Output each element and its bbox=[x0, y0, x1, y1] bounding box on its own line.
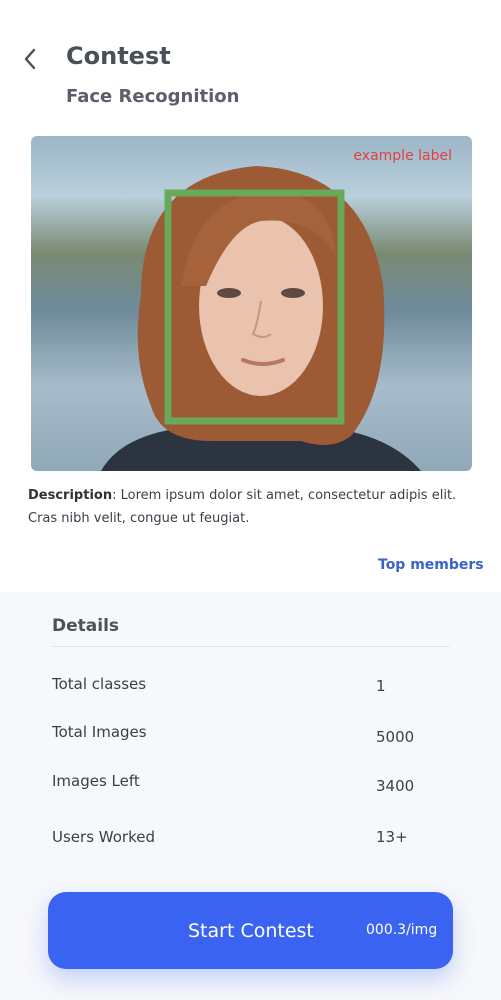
detail-value-total-classes: 1 bbox=[376, 677, 386, 695]
detail-label-images-left: Images Left bbox=[52, 772, 140, 790]
page-title: Contest bbox=[66, 42, 171, 70]
top-members-link[interactable]: Top members bbox=[378, 557, 484, 573]
details-divider bbox=[52, 646, 450, 647]
detail-value-users-worked: 13+ bbox=[376, 828, 408, 846]
back-button[interactable] bbox=[14, 42, 46, 76]
portrait-illustration bbox=[101, 166, 421, 471]
page-subtitle: Face Recognition bbox=[66, 86, 240, 107]
detail-label-users-worked: Users Worked bbox=[52, 828, 155, 846]
detail-value-total-images: 5000 bbox=[376, 728, 415, 746]
details-heading: Details bbox=[52, 616, 120, 636]
contest-image: example label bbox=[31, 136, 472, 471]
price-per-image: 000.3/img bbox=[366, 922, 438, 938]
description-label: Description bbox=[28, 488, 113, 503]
detail-value-images-left: 3400 bbox=[376, 777, 415, 795]
description: Description: Lorem ipsum dolor sit amet,… bbox=[28, 484, 478, 530]
annotation-label: example label bbox=[353, 148, 452, 164]
detail-label-total-images: Total Images bbox=[52, 723, 147, 741]
detail-label-total-classes: Total classes bbox=[52, 675, 147, 693]
start-contest-button[interactable]: Start Contest 000.3/img bbox=[48, 892, 453, 969]
chevron-left-icon bbox=[24, 48, 36, 70]
start-contest-label: Start Contest bbox=[188, 920, 314, 942]
